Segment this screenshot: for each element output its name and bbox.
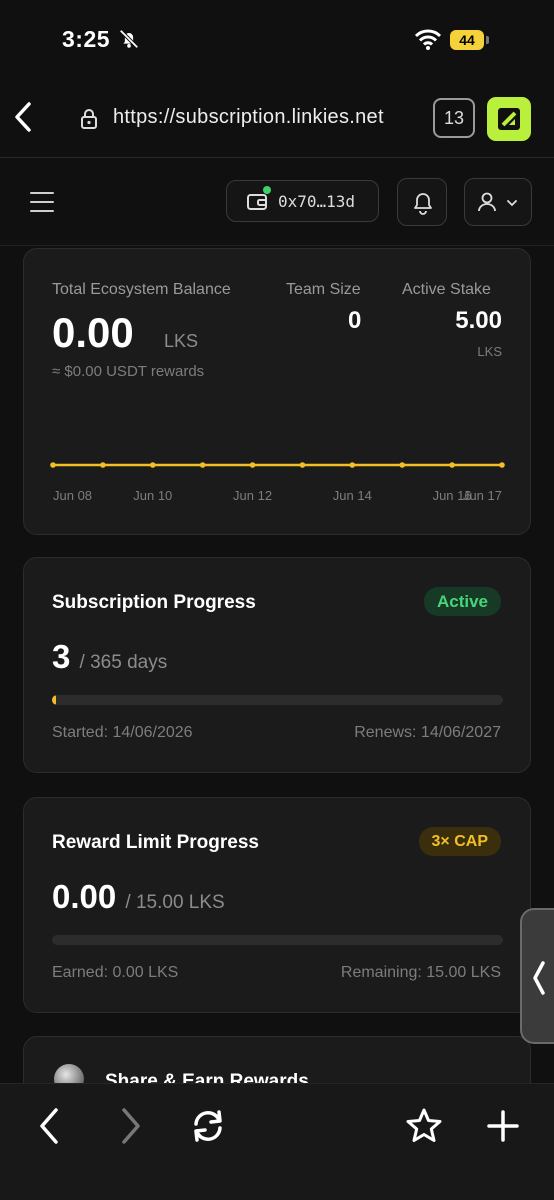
url-text[interactable]: https://subscription.linkies.net	[113, 106, 384, 129]
reward-limit-card: Reward Limit Progress 3× CAP 0.00 / 15.0…	[23, 797, 531, 1013]
bell-icon	[414, 193, 432, 215]
data-point	[149, 462, 156, 468]
battery-icon: 44	[450, 30, 484, 50]
cap-badge: 3× CAP	[418, 827, 501, 856]
data-point	[50, 462, 56, 468]
browser-bottom-bar	[0, 1083, 554, 1200]
data-point	[199, 462, 206, 468]
renews-date: Renews: 14/06/2027	[354, 724, 501, 741]
forward-icon[interactable]	[110, 1106, 150, 1146]
lock-icon	[81, 109, 97, 129]
data-point	[249, 462, 256, 468]
days-total: / 365 days	[79, 652, 168, 673]
reload-icon[interactable]	[188, 1106, 228, 1146]
connection-status-dot	[263, 186, 271, 194]
x-tick-label: Jun 08	[53, 488, 92, 503]
earned-value: 0.00	[52, 878, 117, 915]
wallet-icon	[247, 194, 267, 210]
wallet-address: 0x70…13d	[278, 192, 356, 211]
earned-text: Earned: 0.00 LKS	[52, 964, 179, 981]
clock: 3:25	[62, 26, 111, 52]
subscription-title: Subscription Progress	[52, 592, 256, 613]
reward-limit: / 15.00 LKS	[125, 892, 225, 913]
subscription-progress-fill	[52, 695, 56, 705]
tabs-button[interactable]: 13	[433, 98, 475, 138]
days-progress: 3 / 365 days	[52, 638, 167, 676]
chevron-down-icon	[507, 200, 517, 207]
remaining-text: Remaining: 15.00 LKS	[340, 964, 501, 981]
side-drawer-handle[interactable]	[520, 908, 554, 1044]
subscription-card: Subscription Progress Active 3 / 365 day…	[23, 557, 531, 773]
balance-card: Total Ecosystem Balance 0.00 LKS ≈ $0.00…	[23, 248, 531, 535]
back-icon[interactable]	[10, 100, 36, 134]
balance-line-chart: Jun 08 Jun 10 Jun 12 Jun 14 Jun 16Jun 17	[50, 462, 505, 503]
started-date: Started: 14/06/2026	[52, 724, 193, 741]
days-done: 3	[52, 638, 71, 675]
extension-icon[interactable]	[487, 97, 531, 141]
data-point	[100, 462, 106, 468]
wallet-button[interactable]: 0x70…13d	[226, 180, 379, 222]
status-bar: 3:25 44	[0, 0, 554, 80]
plus-icon[interactable]	[483, 1106, 523, 1146]
battery-tip	[486, 36, 489, 44]
x-tick-label: Jun 10	[133, 488, 172, 503]
data-point	[449, 462, 455, 468]
menu-icon[interactable]	[30, 192, 54, 212]
bell-slash-icon	[119, 29, 139, 49]
subscription-progress-bar	[52, 695, 503, 705]
browser-url-bar: https://subscription.linkies.net 13	[0, 80, 554, 158]
user-icon	[478, 192, 517, 212]
x-tick-label: Jun 12	[233, 488, 272, 503]
notifications-button[interactable]	[397, 178, 447, 226]
wifi-icon	[415, 29, 441, 50]
data-point	[399, 462, 406, 468]
x-tick-label: Jun 14	[333, 488, 372, 503]
app-header: 0x70…13d	[0, 158, 554, 246]
reward-progress-bar	[52, 935, 503, 945]
chevron-left-icon	[533, 961, 545, 995]
back-icon[interactable]	[30, 1106, 70, 1146]
reward-limit-title: Reward Limit Progress	[52, 832, 259, 853]
data-point	[299, 462, 306, 468]
x-tick-label: Jun 17	[463, 488, 502, 503]
data-point	[349, 462, 356, 468]
reward-progress: 0.00 / 15.00 LKS	[52, 878, 225, 916]
star-icon[interactable]	[404, 1106, 444, 1146]
data-point	[499, 462, 505, 468]
user-menu-button[interactable]	[464, 178, 532, 226]
status-badge: Active	[423, 587, 501, 616]
